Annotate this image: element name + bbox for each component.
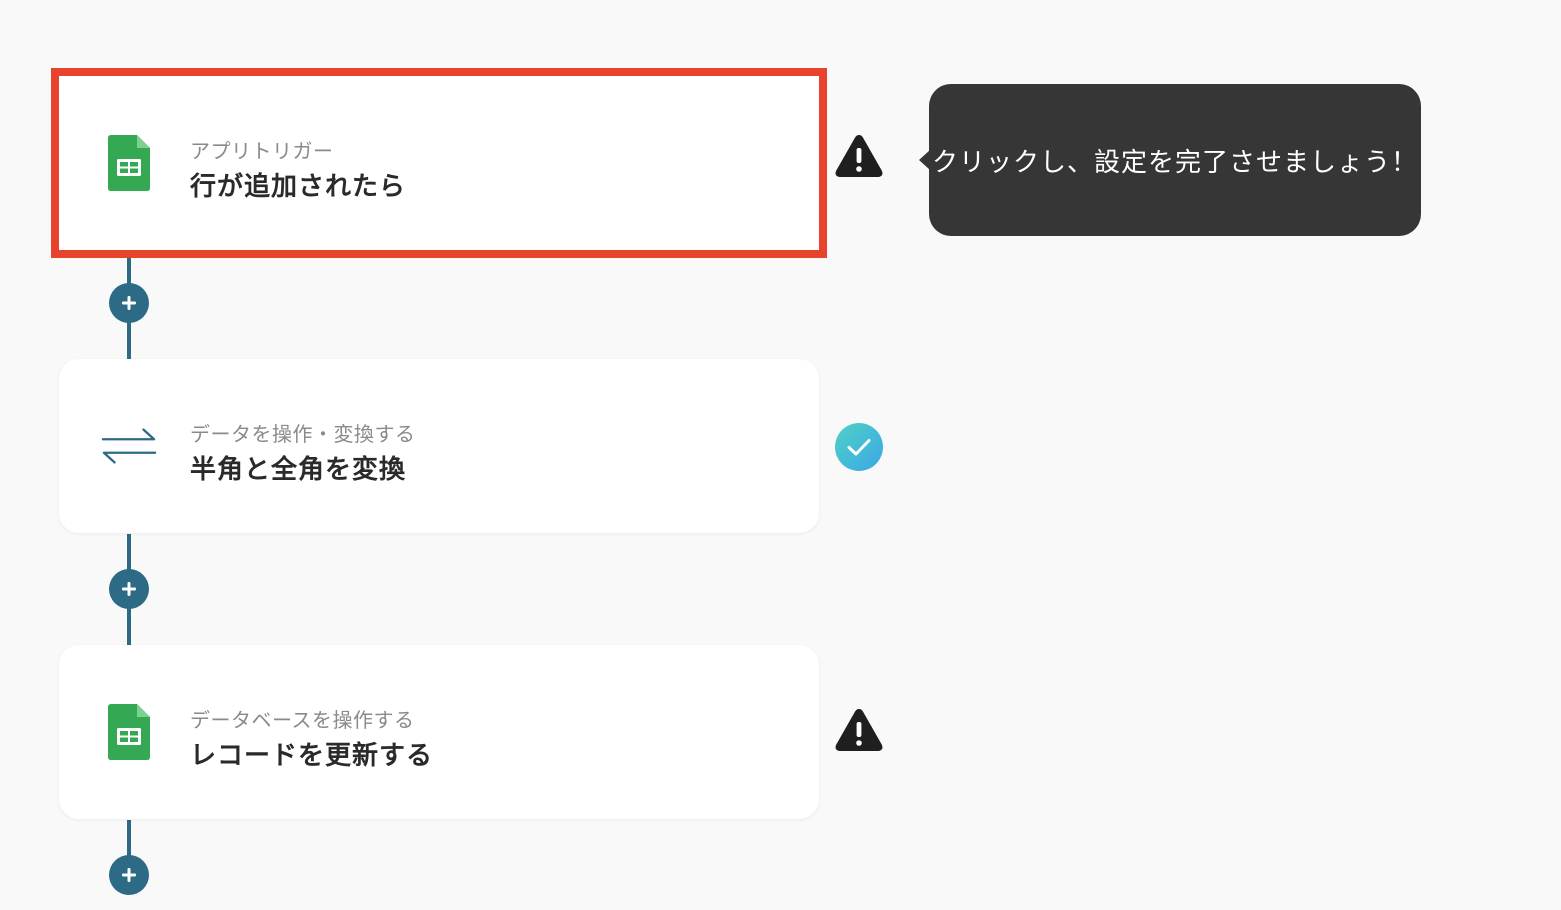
flow-step-database-update[interactable]: データベースを操作する レコードを更新する	[59, 645, 819, 819]
step-category-label: アプリトリガー	[190, 139, 334, 163]
step-category-label: データベースを操作する	[190, 708, 415, 732]
step-title: レコードを更新する	[190, 741, 434, 771]
warning-icon[interactable]	[834, 131, 884, 181]
google-sheets-icon	[101, 135, 157, 191]
setup-hint-tooltip: クリックし、設定を完了させましょう！	[919, 84, 1421, 236]
plus-icon	[122, 582, 136, 596]
tooltip-text: クリックし、設定を完了させましょう！	[931, 147, 1418, 178]
flow-step-data-convert[interactable]: データを操作・変換する 半角と全角を変換	[59, 359, 819, 533]
add-step-button[interactable]	[109, 569, 149, 609]
step-category-label: データを操作・変換する	[190, 422, 416, 446]
flow-step-trigger[interactable]: アプリトリガー 行が追加されたら	[51, 68, 827, 258]
google-sheets-icon	[101, 704, 157, 760]
step-title: 行が追加されたら	[190, 172, 407, 202]
warning-icon[interactable]	[834, 705, 884, 755]
check-complete-icon	[834, 422, 884, 472]
convert-arrows-icon	[101, 418, 157, 474]
step-title: 半角と全角を変換	[190, 455, 407, 485]
plus-icon	[122, 868, 136, 882]
plus-icon	[122, 296, 136, 310]
add-step-button[interactable]	[109, 283, 149, 323]
add-step-button[interactable]	[109, 855, 149, 895]
